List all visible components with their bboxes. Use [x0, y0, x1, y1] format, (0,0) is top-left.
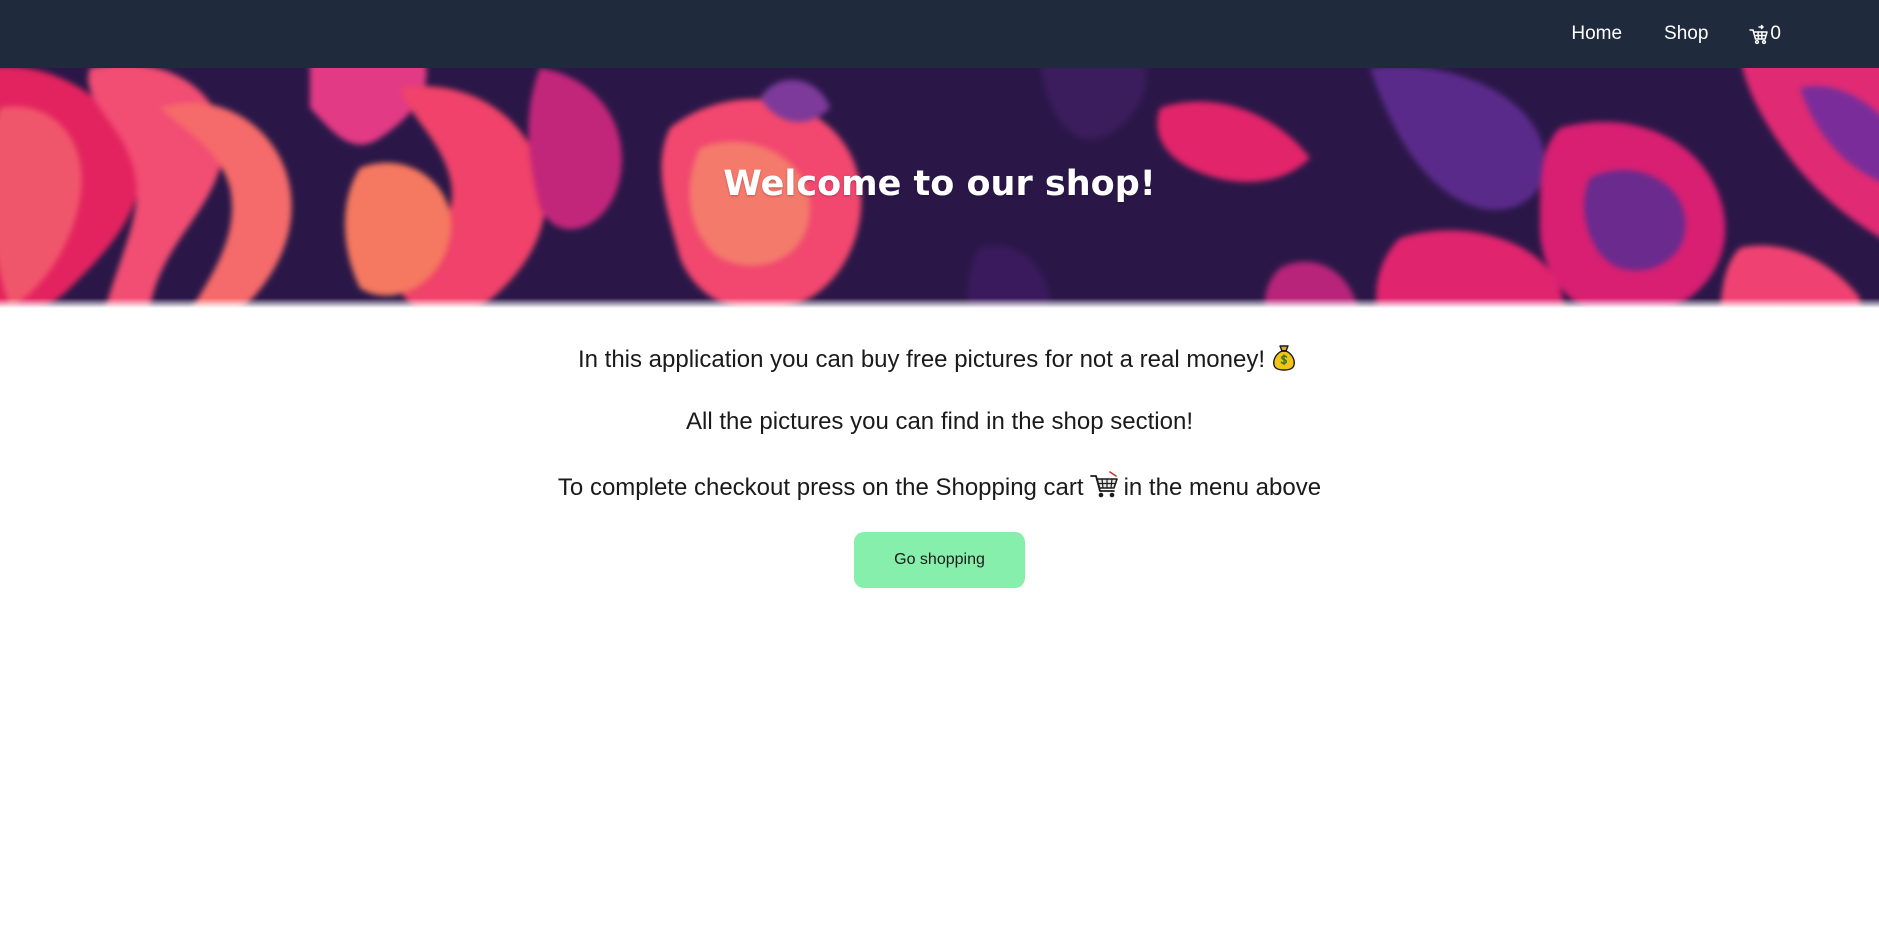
- hero-title: Welcome to our shop!: [723, 164, 1156, 204]
- cart-button[interactable]: 0: [1749, 23, 1781, 45]
- shopping-cart-icon: [1749, 23, 1769, 45]
- checkout-text-before: To complete checkout press on the Shoppi…: [557, 474, 1084, 501]
- intro-line: In this application you can buy free pic…: [0, 343, 1879, 373]
- checkout-hint-line: To complete checkout press on the Shoppi…: [0, 471, 1879, 501]
- top-navbar: Home Shop 0: [0, 0, 1879, 68]
- go-shopping-button[interactable]: Go shopping: [854, 532, 1025, 588]
- hero-fade: [0, 298, 1879, 308]
- cart-count: 0: [1770, 23, 1781, 44]
- nav-links: Home Shop 0: [1529, 0, 1781, 68]
- shopping-cart-icon: [1089, 471, 1120, 507]
- shop-hint-line: All the pictures you can find in the sho…: [686, 408, 1193, 435]
- hero-banner: Welcome to our shop!: [0, 68, 1879, 308]
- nav-link-shop[interactable]: Shop: [1664, 23, 1708, 45]
- money-bag-icon: [1271, 343, 1297, 379]
- nav-link-home[interactable]: Home: [1571, 23, 1622, 45]
- intro-text: In this application you can buy free pic…: [577, 346, 1266, 373]
- checkout-text-after: in the menu above: [1123, 474, 1322, 501]
